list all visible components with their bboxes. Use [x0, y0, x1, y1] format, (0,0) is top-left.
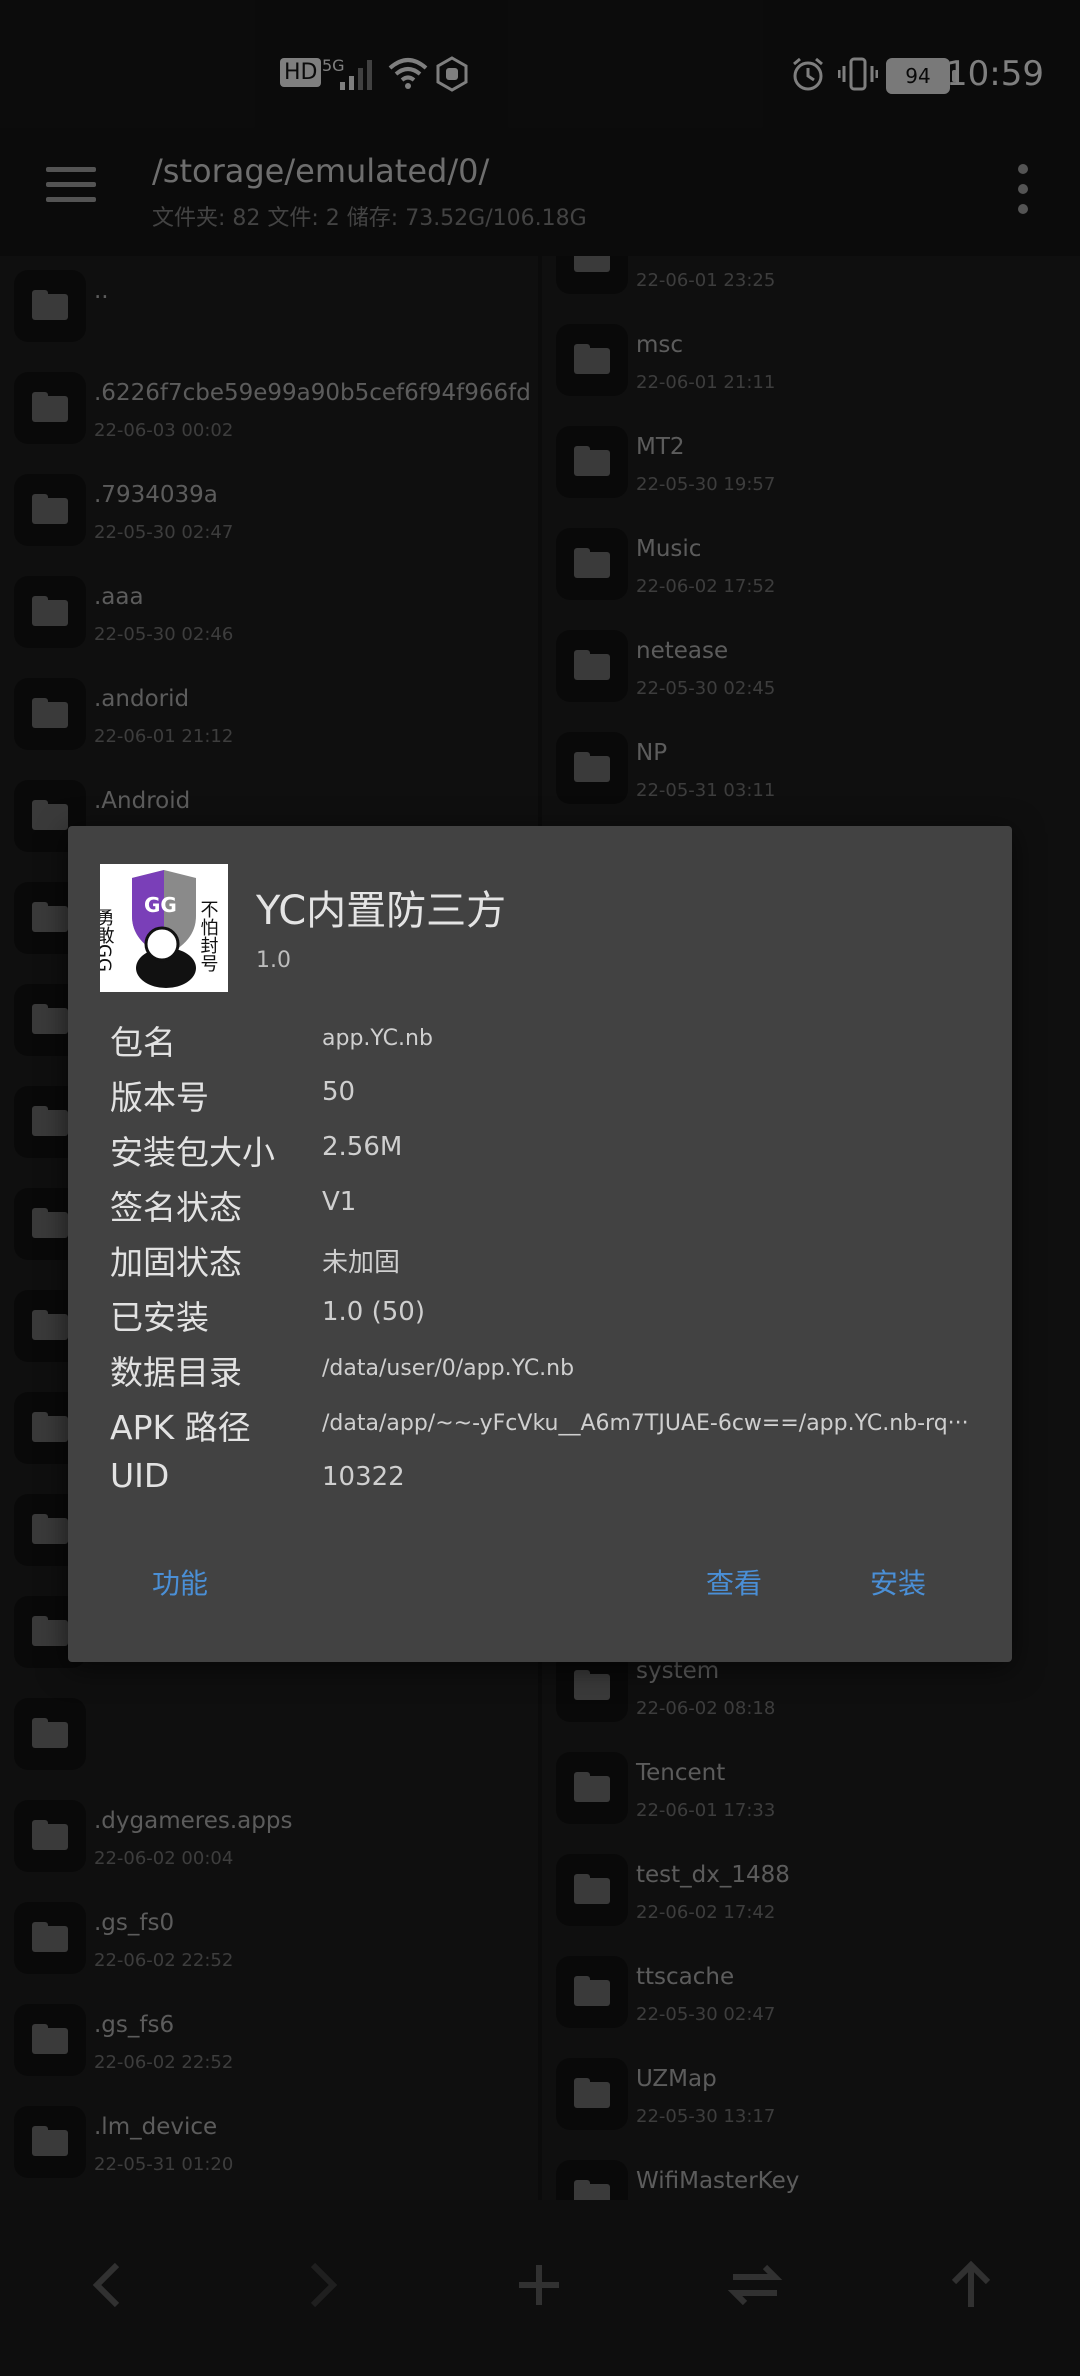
info-label: 加固状态: [110, 1243, 242, 1282]
info-row: UID 10322: [110, 1456, 990, 1511]
function-button[interactable]: 功能: [152, 1562, 208, 1602]
icon-text-right: 不怕封号: [198, 900, 219, 973]
info-value: V1: [322, 1187, 357, 1217]
info-row: 包名 app.YC.nb: [110, 1016, 990, 1071]
info-value: 未加固: [322, 1248, 401, 1278]
info-row: APK 路径/data/app/~~-yFcVku__A6m7TJUAE-6cw…: [110, 1401, 990, 1456]
info-label: 安装包大小: [110, 1133, 275, 1172]
app-title: YC内置防三方: [256, 888, 507, 934]
view-button[interactable]: 查看: [706, 1562, 762, 1602]
info-label: 版本号: [110, 1078, 209, 1117]
info-label: 数据目录: [110, 1353, 242, 1392]
app-icon: GG 勇敢GG 不怕封号: [100, 864, 228, 992]
info-value: 1.0 (50): [322, 1297, 425, 1327]
info-row: 签名状态 V1: [110, 1181, 990, 1236]
info-label: 包名: [110, 1023, 176, 1062]
info-row: 已安装 1.0 (50): [110, 1291, 990, 1346]
info-row: 安装包大小 2.56M: [110, 1126, 990, 1181]
app-version: 1.0: [256, 948, 291, 973]
info-row: 加固状态 未加固: [110, 1236, 990, 1291]
info-value: /data/app/~~-yFcVku__A6m7TJUAE-6cw==/app…: [322, 1411, 969, 1436]
apk-info-dialog: GG 勇敢GG 不怕封号 YC内置防三方 1.0 包名 app.YC.nb 版本号 5…: [68, 826, 1012, 1662]
install-button[interactable]: 安装: [870, 1562, 926, 1602]
icon-badge-text: GG: [144, 893, 177, 917]
info-label: 签名状态: [110, 1188, 242, 1227]
info-value: app.YC.nb: [322, 1026, 433, 1051]
apk-info-table: 包名 app.YC.nb 版本号 50 安装包大小 2.56M 签名状态 V1 加固状态 未加固已…: [110, 1016, 990, 1511]
info-row: 版本号 50: [110, 1071, 990, 1126]
info-value: 50: [322, 1077, 356, 1107]
info-value: /data/user/0/app.YC.nb: [322, 1356, 575, 1381]
info-label: 已安装: [110, 1298, 209, 1337]
info-value: 10322: [322, 1462, 405, 1492]
info-value: 2.56M: [322, 1132, 403, 1162]
icon-text-left: 勇敢GG: [100, 908, 115, 972]
info-label: UID: [110, 1456, 170, 1495]
info-label: APK 路径: [110, 1408, 251, 1447]
info-row: 数据目录/data/user/0/app.YC.nb: [110, 1346, 990, 1401]
